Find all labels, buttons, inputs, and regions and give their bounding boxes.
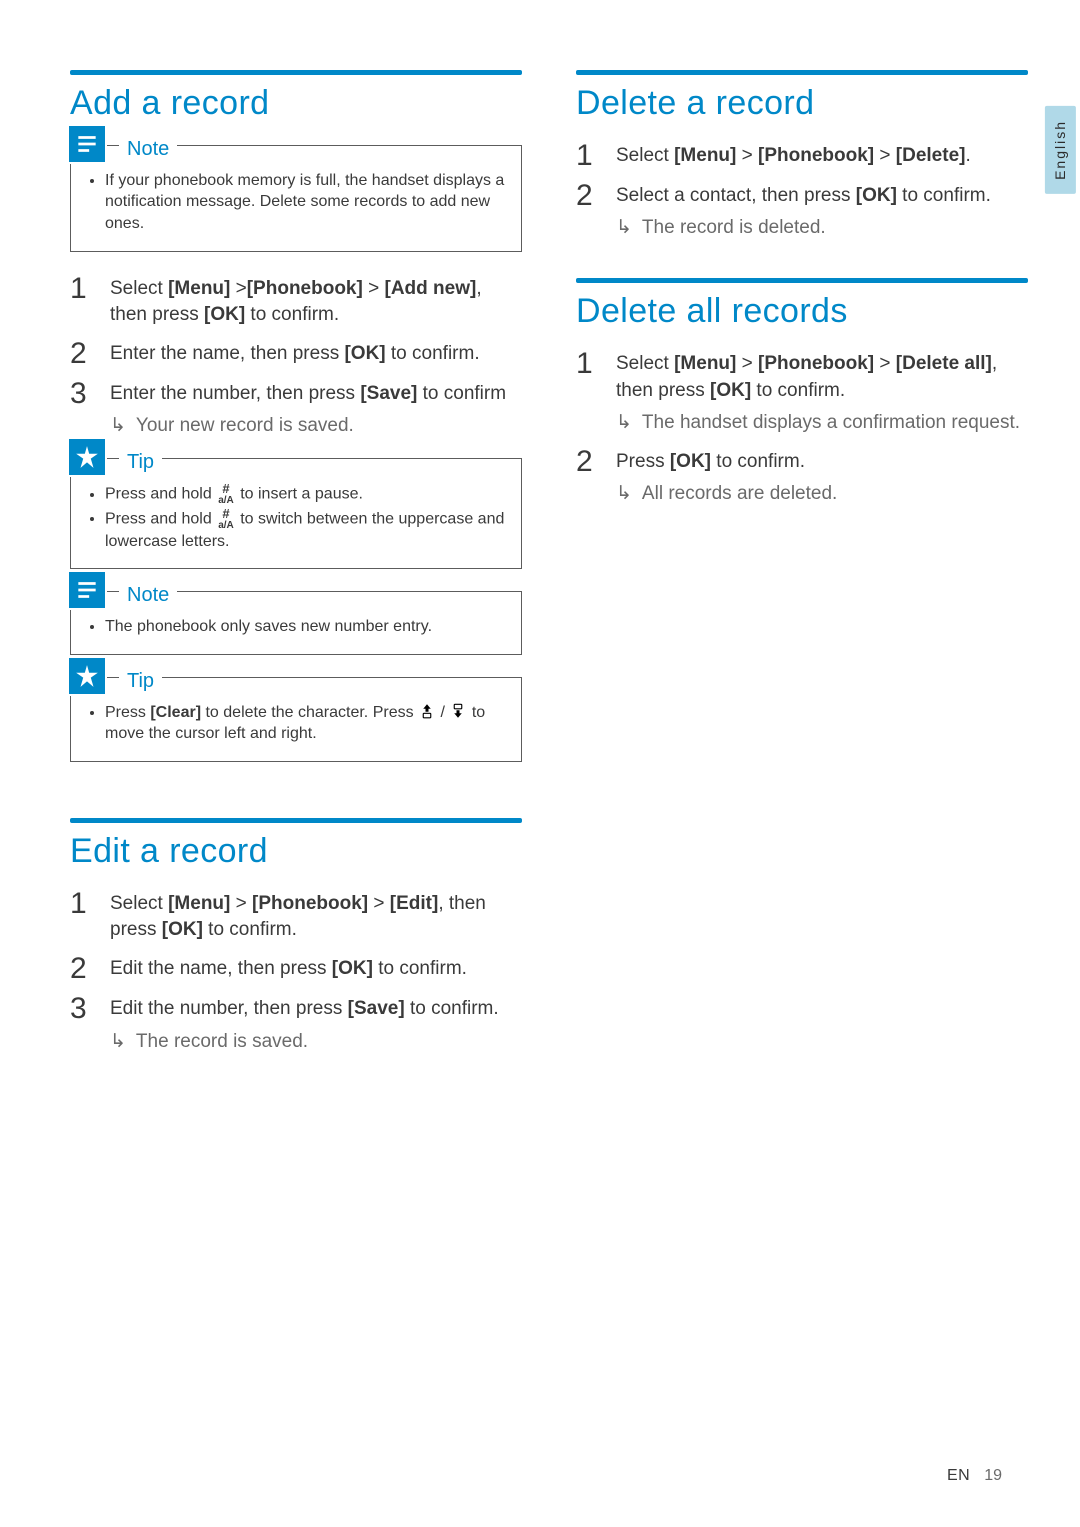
note-header: Note	[69, 572, 177, 608]
section-rule	[70, 70, 522, 75]
section-rule	[70, 818, 522, 823]
note-box: Note The phonebook only saves new number…	[70, 591, 522, 655]
step: 1 Select [Menu] >[Phonebook] > [Add new]…	[70, 274, 522, 329]
result-arrow-icon: ↳	[110, 413, 126, 440]
manual-page: English Add a record Note	[0, 0, 1080, 1527]
hash-key-icon: #a/A	[218, 508, 234, 531]
step: 2 Enter the name, then press [OK] to con…	[70, 339, 522, 369]
result-line: ↳ All records are deleted.	[616, 481, 1028, 508]
hash-key-icon: #a/A	[218, 483, 234, 506]
tip-header: Tip	[69, 658, 162, 694]
step: 2 Edit the name, then press [OK] to conf…	[70, 954, 522, 984]
step: 1 Select [Menu] > [Phonebook] > [Edit], …	[70, 889, 522, 944]
step-number: 2	[70, 954, 94, 984]
section-title-delete-all: Delete all records	[576, 289, 1028, 335]
step: 2 Press [OK] to confirm. ↳ All records a…	[576, 447, 1028, 508]
edit-steps: 1 Select [Menu] > [Phonebook] > [Edit], …	[70, 889, 522, 1055]
step: 1 Select [Menu] > [Phonebook] > [Delete …	[576, 349, 1028, 437]
step-text: Enter the name, then press [OK] to confi…	[110, 339, 522, 369]
result-arrow-icon: ↳	[616, 410, 632, 437]
note-label: Note	[119, 582, 177, 609]
step-text: Select [Menu] > [Phonebook] > [Edit], th…	[110, 889, 522, 944]
step-text: Enter the number, then press [Save] to c…	[110, 379, 522, 440]
step-text: Select [Menu] >[Phonebook] > [Add new], …	[110, 274, 522, 329]
result-arrow-icon: ↳	[616, 215, 632, 242]
tip-label: Tip	[119, 449, 162, 476]
step-number: 1	[576, 141, 600, 171]
add-steps: 1 Select [Menu] >[Phonebook] > [Add new]…	[70, 274, 522, 440]
step-number: 2	[70, 339, 94, 369]
note-text: If your phonebook memory is full, the ha…	[105, 170, 505, 235]
result-line: ↳ The record is saved.	[110, 1029, 522, 1056]
section-title-delete: Delete a record	[576, 81, 1028, 127]
delete-steps: 1 Select [Menu] > [Phonebook] > [Delete]…	[576, 141, 1028, 242]
result-arrow-icon: ↳	[110, 1029, 126, 1056]
step: 3 Enter the number, then press [Save] to…	[70, 379, 522, 440]
tip-text: Press [Clear] to delete the character. P…	[105, 702, 505, 745]
note-header: Note	[69, 126, 177, 162]
step: 3 Edit the number, then press [Save] to …	[70, 994, 522, 1055]
tip-text: Press and hold #a/A to switch between th…	[105, 508, 505, 552]
footer-lang: EN	[947, 1465, 970, 1487]
left-column: Add a record Note If your phonebook memo…	[70, 70, 522, 1065]
step-number: 2	[576, 447, 600, 508]
note-label: Note	[119, 136, 177, 163]
tip-header: Tip	[69, 439, 162, 475]
result-line: ↳ Your new record is saved.	[110, 413, 522, 440]
section-rule	[576, 278, 1028, 283]
step-text: Edit the name, then press [OK] to confir…	[110, 954, 522, 984]
tip-text: Press and hold #a/A to insert a pause.	[105, 483, 505, 506]
step-number: 1	[70, 889, 94, 944]
note-text: The phonebook only saves new number entr…	[105, 616, 505, 638]
step: 2 Select a contact, then press [OK] to c…	[576, 181, 1028, 242]
tip-icon	[69, 439, 105, 475]
result-line: ↳ The handset displays a confirmation re…	[616, 410, 1028, 437]
language-tab: English	[1045, 106, 1076, 194]
up-phonebook-icon	[418, 702, 436, 720]
step-text: Select [Menu] > [Phonebook] > [Delete al…	[616, 349, 1028, 437]
section-title-edit: Edit a record	[70, 829, 522, 875]
note-box: Note If your phonebook memory is full, t…	[70, 145, 522, 252]
tip-box: Tip Press [Clear] to delete the characte…	[70, 677, 522, 762]
step-text: Select [Menu] > [Phonebook] > [Delete].	[616, 141, 1028, 171]
two-column-layout: Add a record Note If your phonebook memo…	[70, 70, 1028, 1065]
tip-label: Tip	[119, 668, 162, 695]
result-line: ↳ The record is deleted.	[616, 215, 1028, 242]
page-footer: EN 19	[947, 1465, 1002, 1487]
step-number: 1	[70, 274, 94, 329]
step: 1 Select [Menu] > [Phonebook] > [Delete]…	[576, 141, 1028, 171]
section-rule	[576, 70, 1028, 75]
note-icon	[69, 126, 105, 162]
step-text: Edit the number, then press [Save] to co…	[110, 994, 522, 1055]
delete-all-steps: 1 Select [Menu] > [Phonebook] > [Delete …	[576, 349, 1028, 508]
section-title-add: Add a record	[70, 81, 522, 127]
step-number: 3	[70, 379, 94, 440]
note-icon	[69, 572, 105, 608]
step-number: 3	[70, 994, 94, 1055]
step-text: Press [OK] to confirm. ↳ All records are…	[616, 447, 1028, 508]
step-number: 1	[576, 349, 600, 437]
right-column: Delete a record 1 Select [Menu] > [Phone…	[576, 70, 1028, 1065]
step-text: Select a contact, then press [OK] to con…	[616, 181, 1028, 242]
tip-icon	[69, 658, 105, 694]
step-number: 2	[576, 181, 600, 242]
down-redial-icon	[449, 702, 467, 720]
tip-box: Tip Press and hold #a/A to insert a paus…	[70, 458, 522, 569]
footer-page-number: 19	[984, 1465, 1002, 1487]
result-arrow-icon: ↳	[616, 481, 632, 508]
